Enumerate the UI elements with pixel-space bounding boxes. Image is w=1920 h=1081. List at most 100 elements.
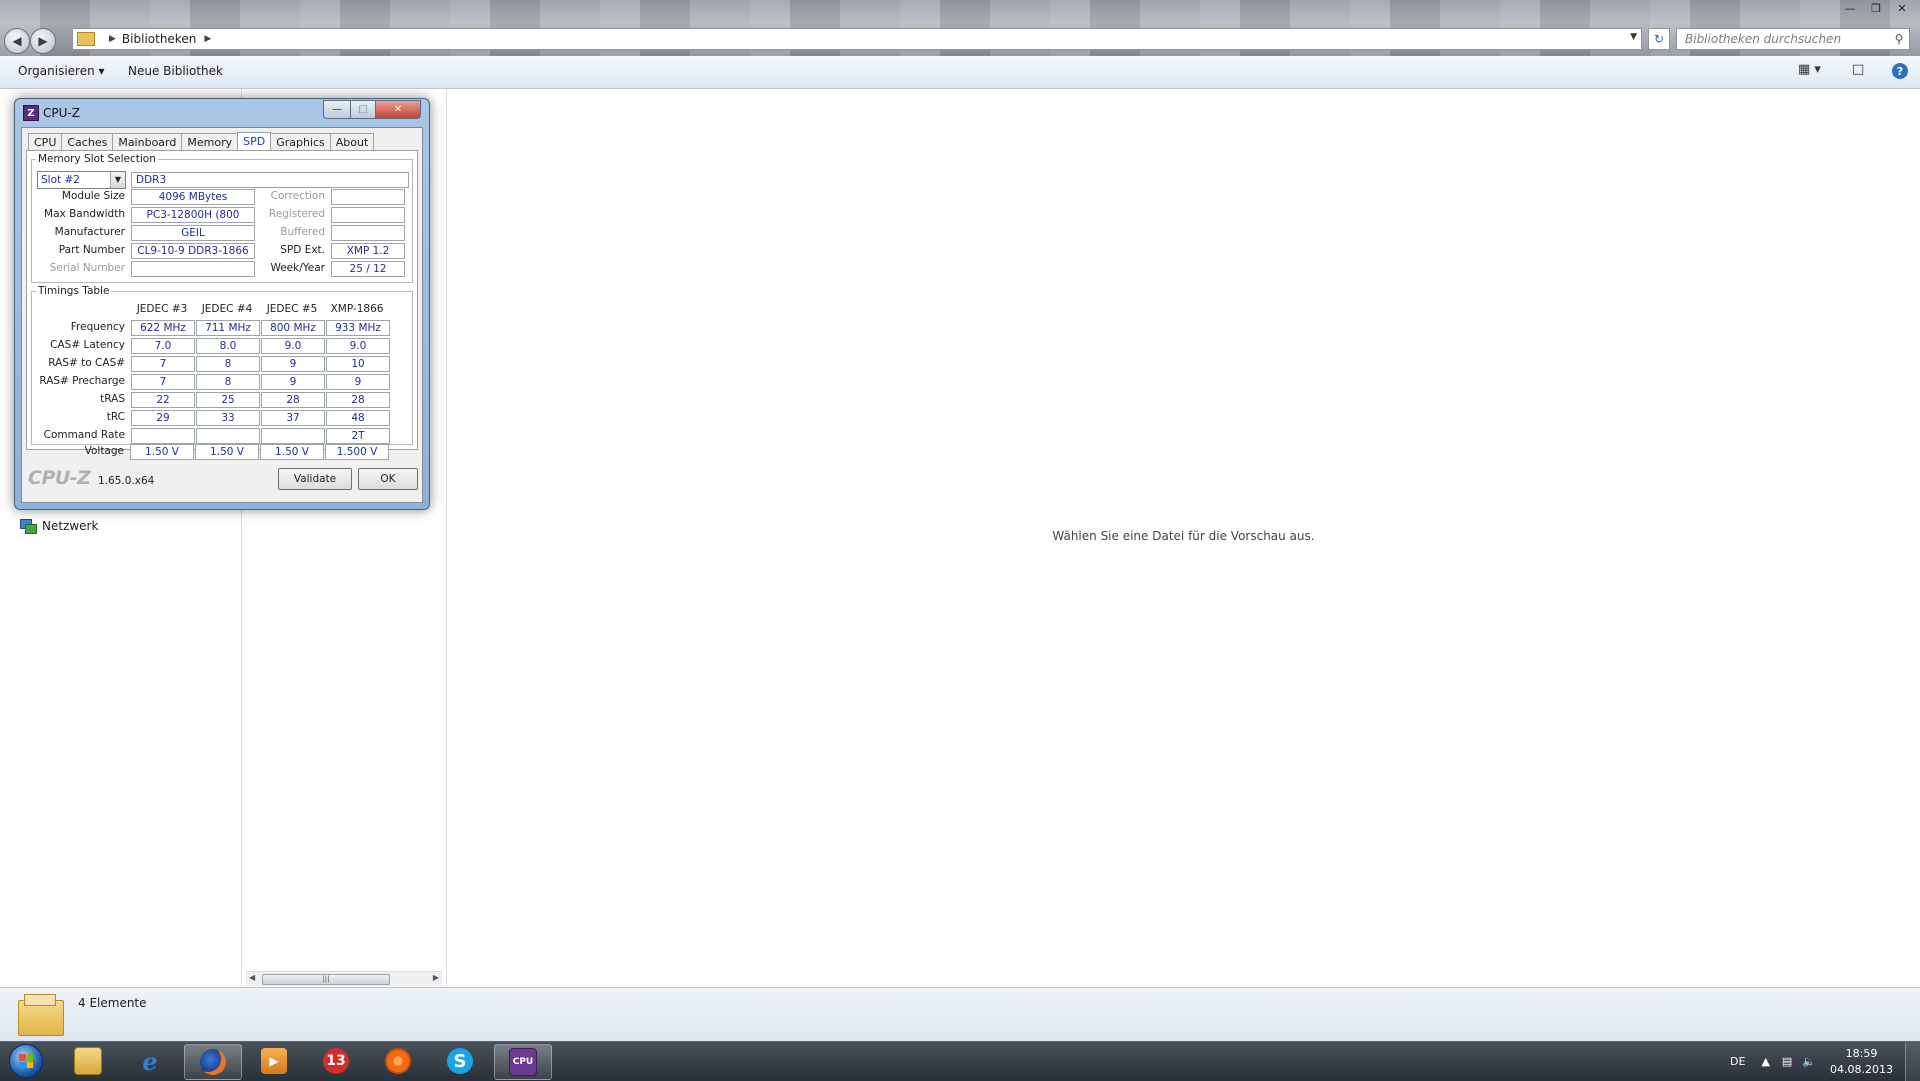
language-indicator[interactable]: DE (1730, 1055, 1745, 1068)
close-icon[interactable]: ✕ (1890, 0, 1914, 16)
start-button[interactable] (3, 1043, 49, 1079)
breadcrumb-libraries[interactable]: Bibliotheken (122, 32, 196, 46)
week-year-value: 25 / 12 (331, 261, 405, 277)
horizontal-scrollbar[interactable]: ◀ ||| ▶ (246, 971, 442, 986)
validate-button[interactable]: Validate (278, 468, 352, 490)
timings-col-xmp: XMP-1866 (330, 303, 384, 315)
restore-icon[interactable]: ❐ (1864, 0, 1888, 16)
network-tray-icon[interactable]: ▤ (1782, 1055, 1792, 1068)
tab-caches[interactable]: Caches (61, 133, 114, 151)
tab-spd[interactable]: SPD (237, 132, 272, 151)
timing-cell: 800 MHz (261, 320, 325, 336)
explorer-icon (74, 1047, 102, 1075)
media-player-icon: ▶ (261, 1048, 287, 1074)
taskbar-internet-explorer[interactable]: e (122, 1044, 178, 1078)
maximize-icon: □ (358, 104, 368, 115)
cpuz-maximize-button: □ (350, 100, 376, 119)
network-icon (20, 519, 37, 534)
tab-cpu[interactable]: CPU (28, 133, 63, 151)
chevron-down-icon[interactable]: ▼ (110, 172, 125, 188)
cpuz-icon: CPU (509, 1048, 537, 1076)
timing-row-label: tRC (106, 411, 125, 423)
windows-logo-icon (9, 1044, 43, 1078)
item-count: 4 Elemente (78, 996, 147, 1010)
taskbar-app-13[interactable]: 13 (308, 1044, 364, 1078)
show-desktop-button[interactable] (1905, 1042, 1920, 1081)
taskbar-skype[interactable]: S (432, 1044, 488, 1078)
command-bar: Organisieren ▾ Neue Bibliothek ▦ ▾ □ ? (0, 56, 1920, 89)
cpuz-minimize-button[interactable]: — (323, 100, 351, 119)
timing-cell: 9.0 (261, 338, 325, 354)
scroll-thumb[interactable]: ||| (262, 974, 390, 985)
taskbar-cpuz[interactable]: CPU (494, 1044, 552, 1080)
max-bandwidth-value: PC3-12800H (800 MHz) (131, 207, 255, 223)
timing-cell: 22 (131, 392, 195, 408)
internet-explorer-icon: e (142, 1046, 158, 1076)
module-size-value: 4096 MBytes (131, 189, 255, 205)
preview-pane: Wählen Sie eine Datei für die Vorschau a… (447, 89, 1920, 987)
serial-number-value (131, 261, 255, 277)
nav-item-network[interactable]: Netzwerk (20, 519, 99, 534)
new-library-button[interactable]: Neue Bibliothek (128, 64, 223, 78)
cpuz-close-button[interactable]: ✕ (375, 100, 421, 119)
taskbar-explorer[interactable] (60, 1044, 116, 1078)
search-input[interactable]: Bibliotheken durchsuchen (1685, 32, 1889, 46)
library-folder-icon (77, 32, 95, 46)
refresh-button[interactable]: ↻ (1648, 28, 1670, 50)
correction-label: Correction (270, 190, 325, 202)
tab-graphics[interactable]: Graphics (270, 133, 331, 151)
scroll-left-icon[interactable]: ◀ (249, 973, 255, 982)
cpuz-title-bar[interactable]: Z CPU-Z — □ ✕ (15, 99, 429, 125)
timing-cell (196, 428, 260, 444)
timing-cell (261, 428, 325, 444)
search-box[interactable]: Bibliotheken durchsuchen ⚲ (1676, 28, 1910, 50)
tab-about[interactable]: About (329, 133, 375, 151)
breadcrumb-chevron-icon[interactable]: ▶ (204, 34, 211, 44)
address-dropdown-icon[interactable]: ▼ (1630, 32, 1637, 42)
taskbar-origin[interactable] (370, 1044, 426, 1078)
cpuz-logo: CPU-Z (28, 467, 91, 489)
view-options-icon[interactable]: ▦ ▾ (1798, 62, 1821, 77)
explorer-window-controls: — ❐ ✕ (1838, 0, 1914, 16)
timing-row-label: RAS# to CAS# (48, 357, 125, 369)
cpuz-version: 1.65.0.x64 (98, 475, 155, 487)
buffered-value (331, 225, 405, 241)
timing-cell: 10 (326, 356, 390, 372)
volume-icon[interactable]: 🔈 (1802, 1055, 1816, 1068)
timing-cell: 8 (196, 374, 260, 390)
clock[interactable]: 18:59 04.08.2013 (1830, 1046, 1893, 1078)
part-number-label: Part Number (58, 244, 125, 256)
taskbar-media-player[interactable]: ▶ (246, 1044, 302, 1078)
show-hidden-icons-icon[interactable]: ▲ (1761, 1055, 1769, 1068)
help-icon[interactable]: ? (1892, 63, 1908, 79)
libraries-icon (18, 994, 64, 1036)
taskbar-firefox[interactable] (184, 1044, 242, 1080)
preview-pane-icon[interactable]: □ (1852, 62, 1864, 77)
timing-cell: 622 MHz (131, 320, 195, 336)
max-bandwidth-label: Max Bandwidth (44, 208, 125, 220)
tab-memory[interactable]: Memory (181, 133, 239, 151)
clock-time: 18:59 (1845, 1046, 1878, 1060)
cpuz-app-icon: Z (23, 105, 39, 121)
system-tray: DE ▲ ▤ 🔈 18:59 04.08.2013 (1730, 1042, 1920, 1081)
scroll-right-icon[interactable]: ▶ (433, 973, 439, 982)
spd-panel: Memory Slot Selection Slot #2 ▼ DDR3 Mod… (26, 150, 418, 450)
forward-button[interactable]: ▶ (30, 28, 56, 54)
ok-button[interactable]: OK (358, 468, 418, 490)
timing-cell: 29 (131, 410, 195, 426)
taskbar: e ▶ 13 S CPU DE ▲ ▤ 🔈 18:59 04.08.2013 (0, 1041, 1920, 1081)
timing-cell: 7.0 (131, 338, 195, 354)
slot-select-value: Slot #2 (41, 174, 80, 186)
timing-cell: 2T (326, 428, 390, 444)
timing-row-label: CAS# Latency (50, 339, 125, 351)
timing-cell: 9 (261, 374, 325, 390)
tab-mainboard[interactable]: Mainboard (112, 133, 183, 151)
organize-button[interactable]: Organisieren ▾ (18, 64, 105, 78)
nav-item-network-label: Netzwerk (42, 519, 99, 533)
manufacturer-label: Manufacturer (54, 226, 125, 238)
address-bar[interactable]: ▶ Bibliotheken ▶ ▼ (72, 28, 1642, 50)
back-button[interactable]: ◀ (4, 28, 30, 54)
correction-value (331, 189, 405, 205)
minimize-icon[interactable]: — (1838, 0, 1862, 16)
slot-select[interactable]: Slot #2 ▼ (37, 171, 126, 189)
